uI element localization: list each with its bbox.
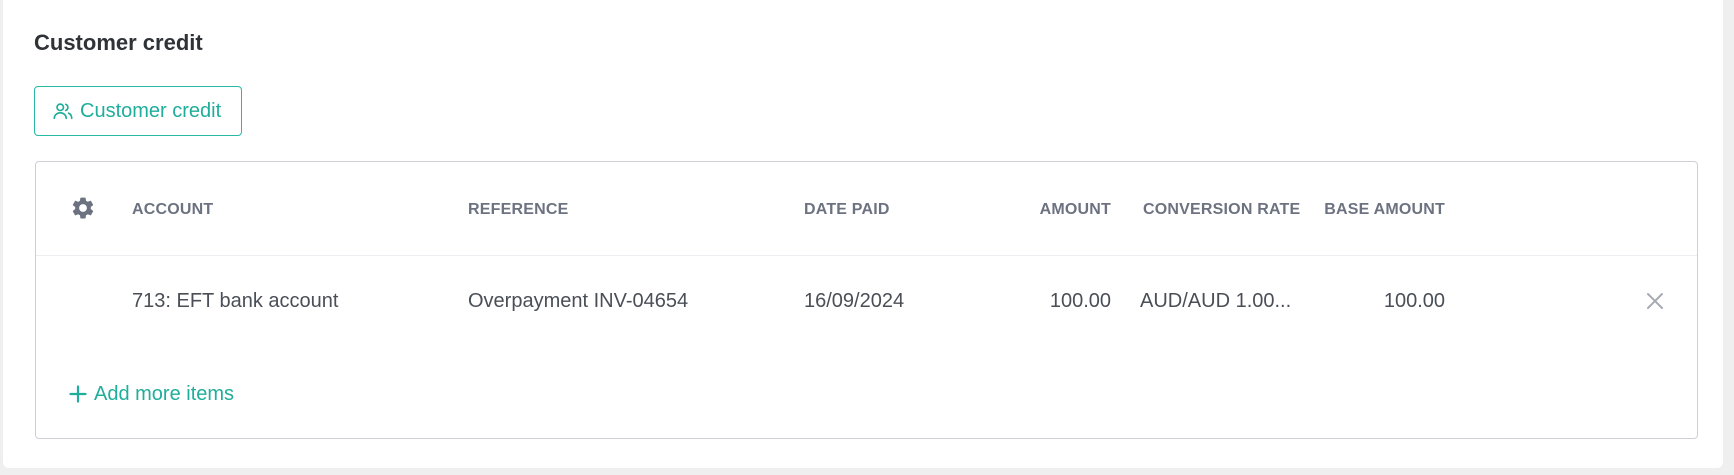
header-conversion-rate: CONVERSION RATE [1143, 201, 1301, 218]
table-header-row: ACCOUNT REFERENCE DATE PAID AMOUNT CONVE… [36, 162, 1697, 256]
header-amount: AMOUNT [1039, 201, 1111, 218]
close-icon[interactable] [1645, 291, 1665, 311]
customer-credit-button[interactable]: Customer credit [34, 86, 242, 136]
plus-icon [69, 385, 87, 403]
header-date-paid: DATE PAID [804, 201, 890, 218]
cell-amount[interactable]: 100.00 [996, 289, 1111, 313]
header-base-amount: BASE AMOUNT [1324, 201, 1445, 218]
users-icon [52, 100, 74, 122]
table-row: 713: EFT bank account Overpayment INV-04… [36, 256, 1697, 344]
cell-reference[interactable]: Overpayment INV-04654 [468, 289, 688, 313]
header-reference: REFERENCE [468, 201, 569, 218]
gear-icon[interactable] [70, 195, 96, 221]
header-account: ACCOUNT [132, 201, 214, 218]
add-more-items-button[interactable]: Add more items [69, 382, 234, 406]
cell-date-paid[interactable]: 16/09/2024 [804, 289, 904, 313]
credit-table: ACCOUNT REFERENCE DATE PAID AMOUNT CONVE… [35, 161, 1698, 439]
section-title: Customer credit [34, 30, 203, 55]
cell-conversion-rate[interactable]: AUD/AUD 1.00... [1140, 289, 1291, 313]
cell-account[interactable]: 713: EFT bank account [132, 289, 338, 313]
customer-credit-card: Customer credit Customer credit ACCOUNT … [3, 0, 1723, 468]
cell-base-amount[interactable]: 100.00 [1296, 289, 1445, 313]
add-more-items-label: Add more items [94, 383, 235, 405]
customer-credit-button-label: Customer credit [80, 99, 222, 122]
